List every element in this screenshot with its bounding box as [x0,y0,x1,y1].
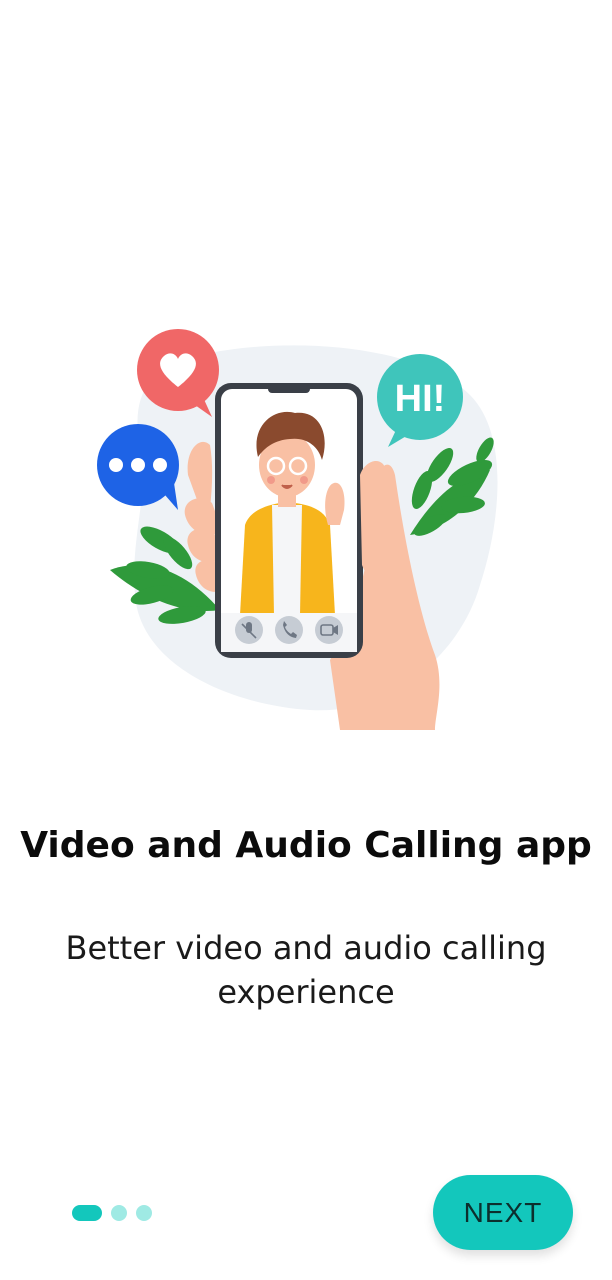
onboarding-title: Video and Audio Calling app [20,825,592,866]
next-button[interactable]: NEXT [433,1175,573,1250]
video-call-illustration: HI! [90,325,510,735]
page-indicator-dot [111,1205,127,1221]
onboarding-subtitle: Better video and audio calling experienc… [65,929,547,1011]
hi-bubble-text: HI! [395,378,446,420]
page-indicator-dot-active [72,1205,102,1221]
page-indicator-dot [136,1205,152,1221]
phone-icon-frame [215,383,363,658]
page-indicator [72,1204,152,1222]
video-camera-icon [315,616,343,644]
mute-mic-icon [235,616,263,644]
phone-icon [275,616,303,644]
